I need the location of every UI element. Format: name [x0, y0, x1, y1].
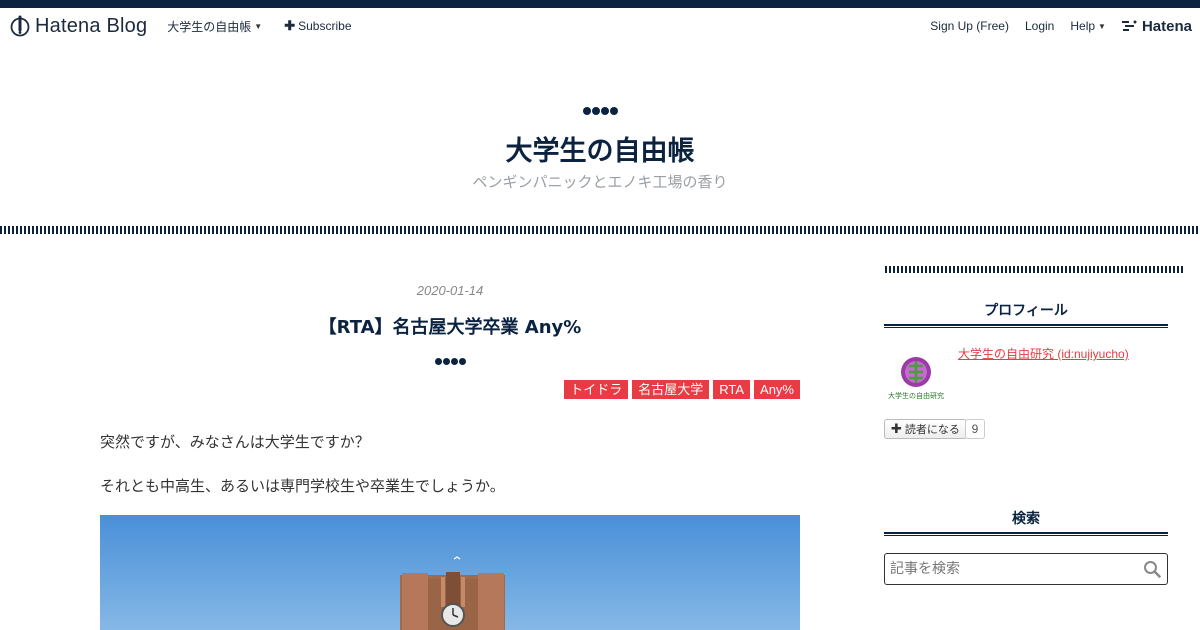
entry-paragraph: それとも中高生、あるいは専門学校生や卒業生でしょうか。: [100, 477, 505, 495]
blog-menu-dropdown[interactable]: 大学生の自由帳 ▼: [167, 18, 262, 35]
help-dropdown[interactable]: Help ▼: [1070, 19, 1106, 33]
sidebar-divider: [885, 266, 1185, 273]
top-strip: [0, 0, 1200, 8]
blog-title[interactable]: 大学生の自由帳: [0, 135, 1200, 169]
hatena-logo-icon: [1121, 20, 1137, 31]
hatena-blog-logo[interactable]: Hatena Blog: [10, 15, 147, 38]
blog-description: ペンギンパニックとエノキ工場の香り: [472, 173, 728, 191]
subscribe-reader-label: 読者になる: [904, 423, 960, 436]
category-tag[interactable]: Any%: [754, 380, 800, 399]
search-icon[interactable]: [1143, 560, 1161, 578]
hatena-logo-link[interactable]: Hatena: [1121, 17, 1192, 35]
global-header: Hatena Blog 大学生の自由帳 ▼ ✚ Subscribe Sign U…: [0, 8, 1200, 44]
plus-icon: ✚: [284, 18, 296, 33]
search-heading: 検索: [1012, 511, 1040, 527]
entry-title-ornament: [100, 356, 800, 365]
category-tag[interactable]: トイドラ: [564, 380, 629, 399]
caret-down-icon: ▼: [254, 21, 263, 31]
login-link[interactable]: Login: [1025, 19, 1054, 33]
profile-heading: プロフィール: [984, 303, 1068, 319]
search-form: [884, 553, 1168, 585]
title-ornament: [582, 107, 618, 115]
subscribe-label: Subscribe: [298, 19, 352, 33]
plus-icon: ✚: [891, 421, 902, 437]
profile-heading-rule: [884, 324, 1168, 328]
hatena-logo-text: Hatena: [1141, 17, 1192, 35]
hatena-blog-logo-icon: [10, 15, 30, 37]
reader-count-badge: 9: [965, 419, 985, 439]
entry-photo-clock-tower: [100, 515, 800, 630]
header-divider: [0, 226, 1200, 234]
profile-name-link[interactable]: 大学生の自由研究 (id:nujiyucho): [958, 345, 1129, 362]
help-label: Help: [1070, 19, 1096, 33]
subscribe-reader-button[interactable]: ✚ 読者になる: [884, 419, 967, 439]
profile-avatar[interactable]: 大学生の自由研究: [884, 352, 948, 402]
blog-menu-label: 大学生の自由帳: [167, 19, 252, 34]
category-tag[interactable]: RTA: [713, 380, 751, 399]
entry-title[interactable]: 【RTA】名古屋大学卒業 Any%: [100, 316, 800, 340]
signup-link[interactable]: Sign Up (Free): [930, 19, 1009, 33]
entry-paragraph: 突然ですが、みなさんは大学生ですか？: [100, 433, 370, 451]
caret-down-icon: ▼: [1098, 21, 1106, 31]
avatar-caption: 大学生の自由研究: [888, 391, 944, 400]
category-tag[interactable]: 名古屋大学: [632, 380, 710, 399]
subscribe-button[interactable]: ✚ Subscribe: [284, 18, 351, 34]
entry-date[interactable]: 2020-01-14: [100, 283, 800, 298]
blog-title-area: 大学生の自由帳 ペンギンパニックとエノキ工場の香り: [0, 100, 1200, 192]
search-heading-rule: [884, 532, 1168, 536]
search-input[interactable]: [885, 554, 1135, 584]
hatena-blog-logo-text: Hatena Blog: [35, 14, 148, 37]
entry-categories: トイドラ 名古屋大学 RTA Any%: [564, 380, 800, 399]
